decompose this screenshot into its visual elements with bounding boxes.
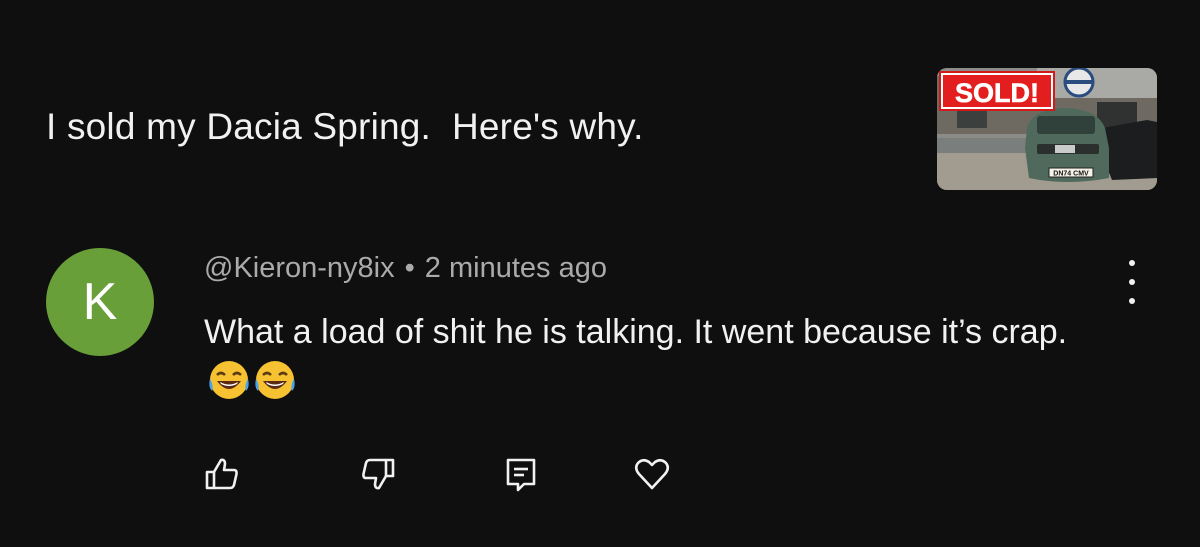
reply-icon[interactable] <box>498 452 542 496</box>
thumbs-up-icon[interactable] <box>200 452 244 496</box>
comment-meta: @Kieron-ny8ix • 2 minutes ago <box>204 252 607 285</box>
sold-badge-text: SOLD! <box>955 78 1039 108</box>
avatar[interactable]: K <box>46 248 154 356</box>
video-thumbnail[interactable]: DN74 CMV SOLD! <box>937 68 1157 190</box>
tears-of-joy-emoji <box>208 359 250 416</box>
heart-icon[interactable] <box>630 452 674 496</box>
comment-time: 2 minutes ago <box>424 252 607 284</box>
license-plate-text: DN74 CMV <box>1053 171 1089 178</box>
comment-text: What a load of shit he is talking. It we… <box>204 313 1068 351</box>
meta-separator: • <box>404 252 415 284</box>
video-title[interactable]: I sold my Dacia Spring. Here's why. <box>46 106 644 148</box>
more-options-icon[interactable] <box>1116 260 1148 304</box>
tears-of-joy-emoji <box>254 359 296 416</box>
thumbs-down-icon[interactable] <box>356 452 400 496</box>
comment-body: What a load of shit he is talking. It we… <box>204 306 1104 416</box>
comment-author[interactable]: @Kieron-ny8ix <box>204 252 395 284</box>
avatar-letter: K <box>82 273 118 331</box>
